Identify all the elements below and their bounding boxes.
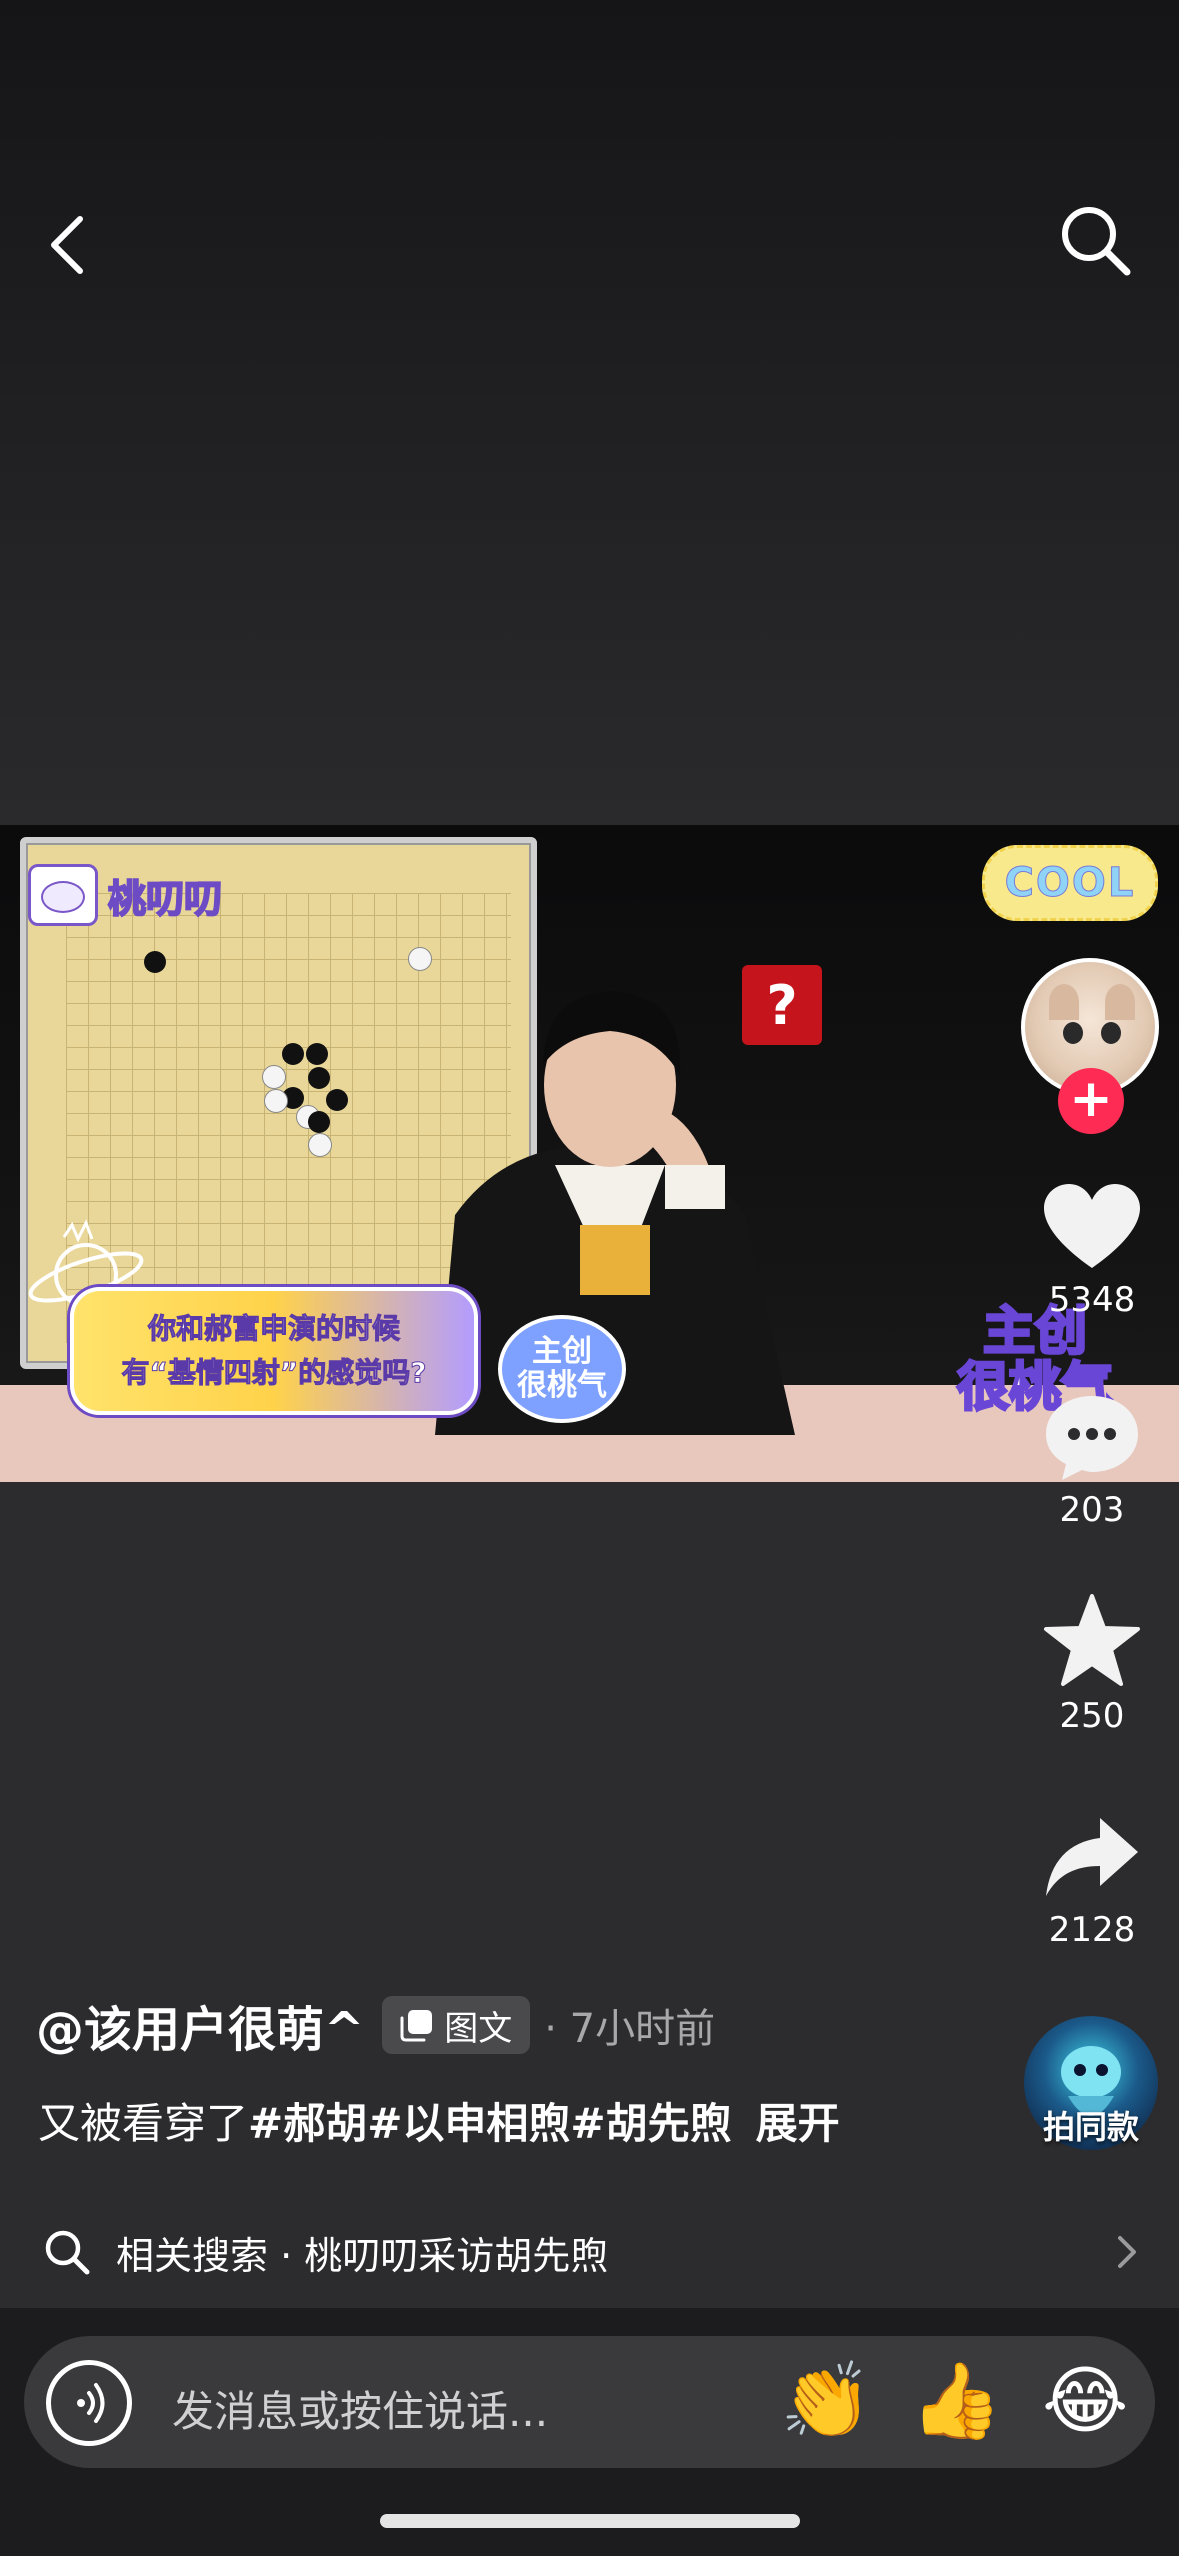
like-count: 5348: [1048, 1280, 1136, 1320]
star-icon: [1044, 1594, 1140, 1686]
back-button[interactable]: [40, 205, 100, 285]
video-frame[interactable]: 桃叨叨 ? COOL 你和郝富申演的时候 有“基情四射”的感觉吗? 主创 很桃气…: [0, 825, 1179, 1482]
favorite-button[interactable]: 250: [1040, 1594, 1144, 1736]
search-icon: [1062, 207, 1131, 276]
brand-watermark: 桃叨叨: [28, 864, 223, 926]
related-search-label: 相关搜索 · 桃叨叨采访胡先煦: [116, 2233, 609, 2278]
description-text: 又被看穿了: [38, 2099, 249, 2148]
favorite-count: 250: [1059, 1696, 1125, 1736]
clap-emoji-button[interactable]: 👏: [780, 2356, 872, 2446]
chevron-right-icon: [1118, 2236, 1136, 2268]
question-mark-sticker: ?: [742, 965, 822, 1045]
post-description: 又被看穿了#郝胡#以申相煦#胡先煦 展开: [38, 2090, 840, 2151]
message-placeholder[interactable]: 发消息或按住说话...: [172, 2378, 548, 2439]
heart-icon: [1044, 1184, 1140, 1268]
expand-button[interactable]: 展开: [756, 2099, 840, 2148]
brand-text: 桃叨叨: [107, 876, 223, 922]
caption-line-1: 你和郝富申演的时候: [147, 1312, 400, 1346]
share-count: 2128: [1048, 1910, 1136, 1950]
share-arrow-icon: [1046, 1818, 1138, 1896]
voice-wave-icon: [77, 2383, 105, 2423]
voice-input-button[interactable]: [46, 2360, 132, 2446]
home-indicator: [380, 2514, 800, 2528]
author-row: @该用户很萌^ 图文 · 7小时前: [36, 1990, 715, 2060]
follow-button[interactable]: +: [1058, 1068, 1124, 1134]
post-type-badge: 图文: [382, 1996, 531, 2054]
thumbs-up-emoji-button[interactable]: 👍: [910, 2356, 1002, 2446]
hashtags[interactable]: #郝胡#以申相煦#胡先煦: [248, 2099, 732, 2148]
comment-icon: [1046, 1396, 1138, 1480]
related-search-bar[interactable]: 相关搜索 · 桃叨叨采访胡先煦: [0, 2200, 1179, 2304]
interview-question-caption: 你和郝富申演的时候 有“基情四射”的感觉吗?: [70, 1287, 478, 1415]
comment-button[interactable]: 203: [1040, 1392, 1144, 1530]
comment-count: 203: [1059, 1490, 1125, 1530]
brand-logo-icon: [28, 864, 98, 926]
crew-sticker-small: 主创 很桃气: [498, 1315, 626, 1423]
laughing-emoji-button[interactable]: 😂: [1042, 2356, 1128, 2446]
like-button[interactable]: 5348: [1040, 1182, 1144, 1320]
cool-sticker: COOL: [982, 845, 1158, 921]
same-style-label[interactable]: 拍同款: [1014, 2102, 1168, 2148]
top-blank-area: [0, 0, 1179, 825]
search-button[interactable]: [1055, 200, 1135, 280]
image-text-icon: [400, 2010, 433, 2042]
caption-line-2: 有“基情四射”的感觉吗?: [121, 1356, 427, 1390]
chevron-left-icon: [51, 216, 83, 274]
post-type-label: 图文: [444, 2008, 513, 2049]
author-name[interactable]: @该用户很萌^: [36, 1990, 364, 2060]
share-button[interactable]: 2128: [1040, 1812, 1144, 1950]
search-icon: [45, 2230, 90, 2275]
post-time: · 7小时前: [544, 2006, 716, 2052]
